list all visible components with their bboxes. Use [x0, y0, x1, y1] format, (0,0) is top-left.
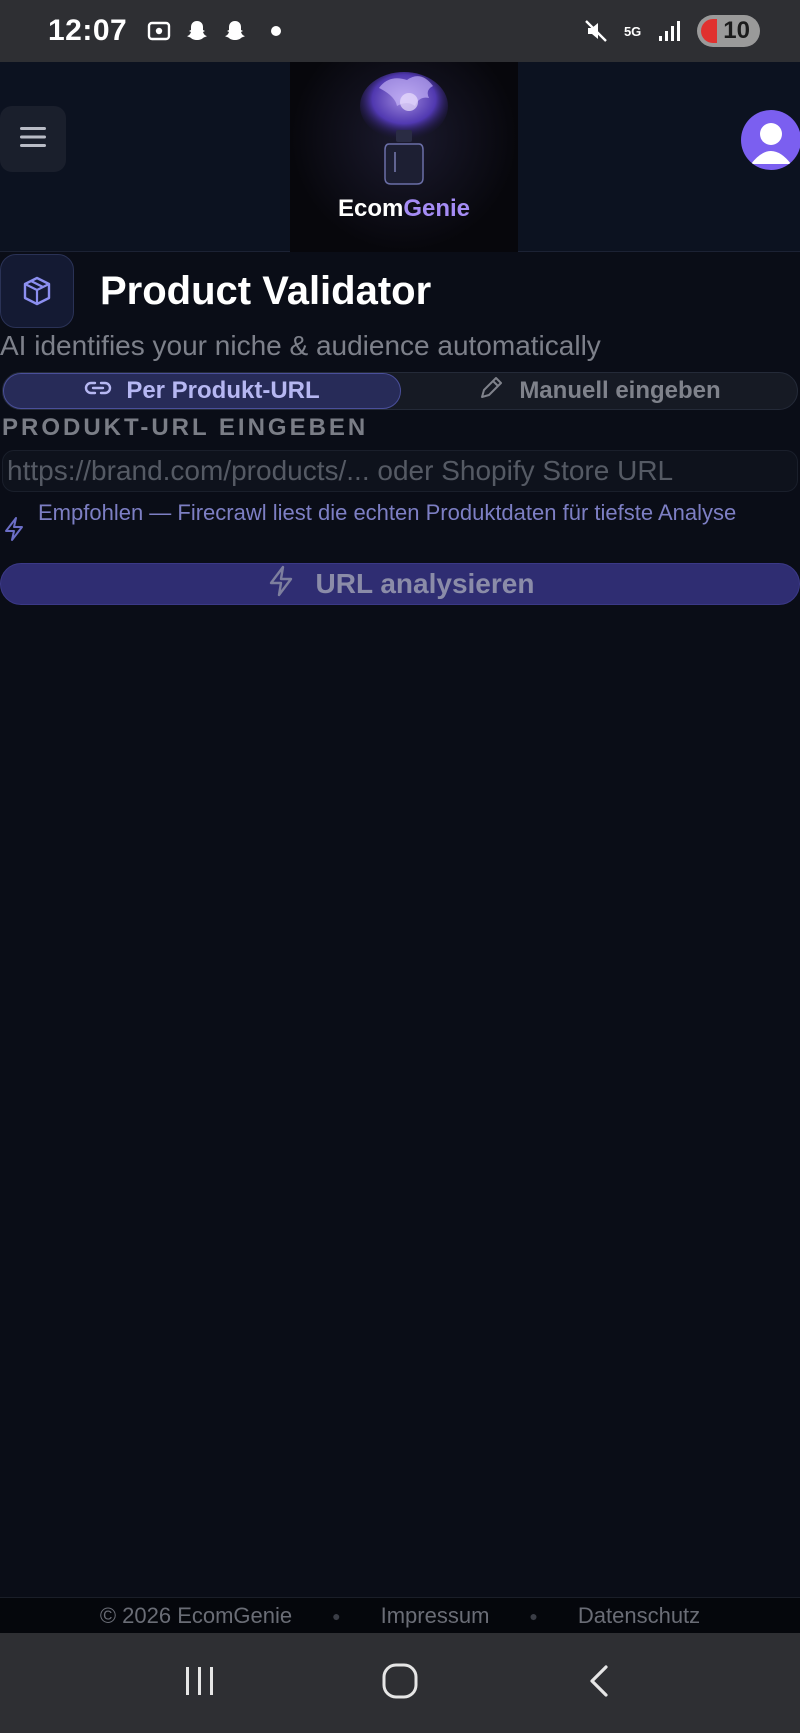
- genie-bottle-logo-icon: [339, 68, 469, 191]
- tab-manuell-eingeben[interactable]: Manuell eingeben: [401, 373, 797, 409]
- lightning-icon: [2, 496, 38, 547]
- lightning-icon: [266, 565, 296, 604]
- logo-text: EcomGenie: [337, 195, 471, 222]
- tab-label: Per Produkt-URL: [126, 377, 320, 404]
- 5g-icon: 5G: [623, 23, 642, 39]
- tab-per-produkt-url[interactable]: Per Produkt-URL: [3, 373, 401, 409]
- mute-icon: [582, 17, 610, 45]
- recent-apps-button[interactable]: [180, 1661, 220, 1706]
- cube-icon: [0, 254, 74, 328]
- url-section-label: PRODUKT-URL EINGEBEN: [2, 414, 369, 441]
- status-icons-right: 5G 10: [582, 15, 760, 47]
- product-url-input[interactable]: [2, 450, 798, 492]
- input-mode-tabs: Per Produkt-URL Manuell eingeben: [2, 372, 798, 410]
- menu-icon: [18, 124, 48, 155]
- analyze-url-button[interactable]: URL analysieren: [0, 563, 800, 605]
- analyze-button-label: URL analysieren: [315, 568, 535, 599]
- status-bar: 12:07 5G 10: [0, 0, 800, 62]
- home-button[interactable]: [380, 1661, 420, 1706]
- menu-button[interactable]: [0, 106, 66, 172]
- back-button[interactable]: [580, 1661, 620, 1706]
- status-icons-left: [145, 17, 282, 45]
- firecrawl-hint: Empfohlen — Firecrawl liest die echten P…: [2, 496, 798, 547]
- page-subtitle: AI identifies your niche & audience auto…: [0, 330, 601, 361]
- footer-separator: ●: [332, 1607, 341, 1624]
- signal-icon: [655, 17, 683, 45]
- page-header: Product Validator: [0, 254, 431, 328]
- app-header: EcomGenie: [0, 62, 800, 252]
- datenschutz-link[interactable]: Datenschutz: [578, 1603, 700, 1629]
- page-footer: © 2026 EcomGenie ● Impressum ● Datenschu…: [0, 1597, 800, 1633]
- snapchat-icon: [183, 17, 211, 45]
- copyright-text: © 2026 EcomGenie: [99, 1602, 293, 1628]
- battery-icon: 10: [697, 15, 760, 47]
- page-title: Product Validator: [100, 268, 432, 313]
- tab-label: Manuell eingeben: [519, 377, 721, 404]
- battery-level: 10: [723, 17, 750, 44]
- pencil-icon: [477, 374, 505, 409]
- screenshot-icon: [145, 17, 173, 45]
- user-icon: [741, 123, 800, 170]
- status-time: 12:07: [48, 14, 128, 47]
- footer-separator: ●: [529, 1607, 538, 1624]
- system-nav-bar: [0, 1633, 800, 1733]
- link-icon: [84, 377, 112, 405]
- snapchat-icon: [221, 17, 249, 45]
- impressum-link[interactable]: Impressum: [381, 1603, 490, 1629]
- notification-dot: [271, 26, 282, 36]
- app-logo[interactable]: EcomGenie: [290, 62, 518, 252]
- user-avatar[interactable]: [741, 110, 800, 170]
- hint-text: Empfohlen — Firecrawl liest die echten P…: [38, 500, 737, 525]
